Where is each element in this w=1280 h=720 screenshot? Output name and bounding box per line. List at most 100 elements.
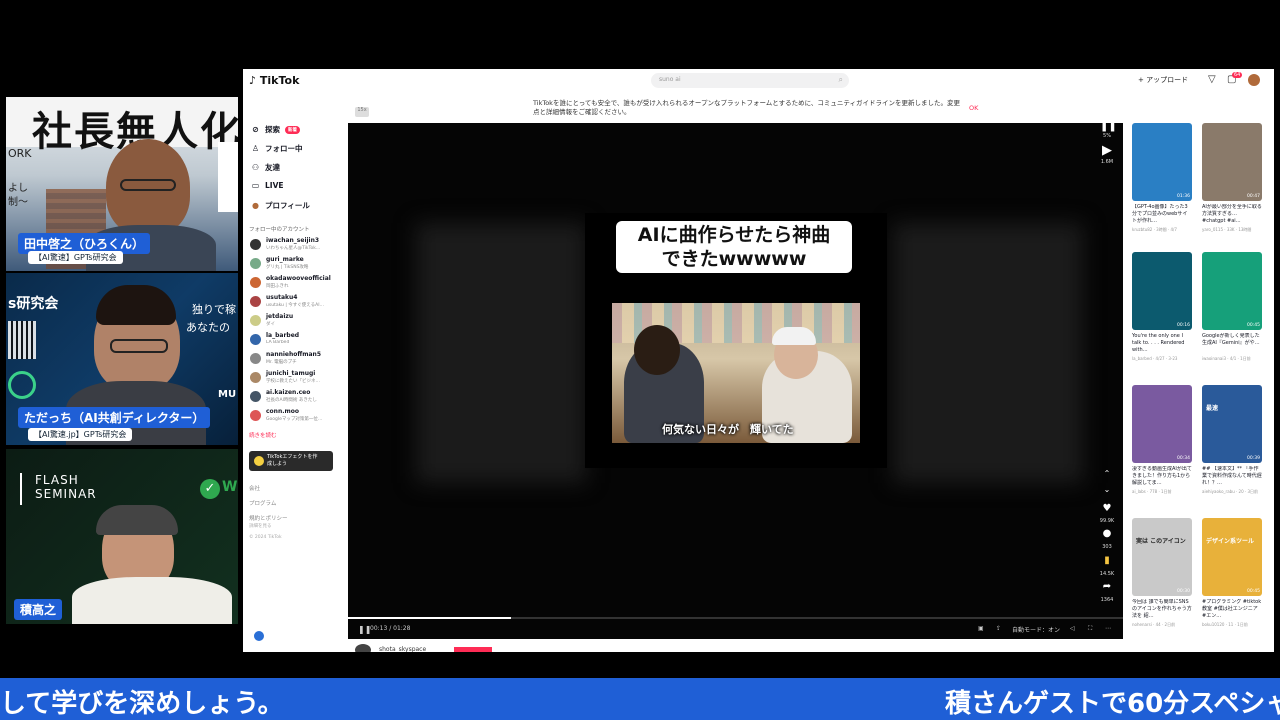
list-item[interactable]: conn.moo Googleマップ対策第一位… (250, 408, 338, 426)
comment-icon[interactable]: ● (1100, 528, 1114, 539)
recommendation-card[interactable]: 00:47 AIが最い部分を全手に取る方法質すぎる… #chatgpt #ai… y… (1202, 123, 1262, 243)
translate-icon[interactable] (254, 631, 264, 641)
footer-link-policy[interactable]: 規約とポリシー (249, 514, 288, 522)
creator-name[interactable]: shota_skyspace (379, 646, 426, 652)
footer-link-program[interactable]: プログラム (249, 499, 276, 507)
avatar[interactable] (1248, 74, 1260, 86)
blurred-backdrop (893, 223, 1083, 483)
pip-icon[interactable]: ⇪ (996, 625, 1001, 632)
search-icon[interactable]: ⌕ (839, 75, 843, 85)
recommendation-card[interactable]: 実は このアイコン 00:30 今回は 誰でも簡単にSNSのアイコンを作れちゃう方法… (1132, 518, 1192, 638)
video-meta: aiehiyaoko_rabu · 20 · 3日前 (1202, 489, 1258, 494)
inbox-badge: 64 (1232, 72, 1243, 78)
video-thumbnail[interactable]: 00:47 (1202, 123, 1262, 201)
more-icon[interactable]: ⋯ (1105, 625, 1111, 632)
autoplay-toggle[interactable]: 自動モード：オン (1012, 625, 1060, 634)
share-icon[interactable]: ➦ (1100, 581, 1114, 592)
like-icon[interactable]: ♥ (1100, 503, 1114, 514)
video-thumbnail[interactable]: 実は このアイコン 00:30 (1132, 518, 1192, 596)
list-item[interactable]: jetdaizu ダイ (250, 313, 338, 331)
copyright: © 2024 TikTok (249, 535, 282, 540)
list-item[interactable]: usutaku4 usutaku | 今すぐ使えるAI… (250, 294, 338, 312)
follow-button[interactable] (454, 647, 492, 652)
avatar (250, 258, 261, 269)
avatar[interactable] (355, 644, 371, 652)
sidebar-item-following[interactable]: ♙ フォロー中 (251, 143, 303, 154)
video-title: ## 【速本文】** 「手作業で資料作成なんて時代遅れ！？… (1202, 466, 1262, 486)
recommendation-card[interactable]: 00:16 You're the only one I talk to. . . … (1132, 252, 1192, 372)
list-item[interactable]: iwachan_seijin3 いわちゃん星人@TikTok… (250, 237, 338, 255)
send-icon[interactable]: ▽ (1208, 74, 1216, 85)
list-item[interactable]: okadawooveofficial 岡田ふきれ (250, 275, 338, 293)
video-thumbnail[interactable]: 01:36 (1132, 123, 1192, 201)
background-text: s研究会 (8, 296, 59, 312)
tiktok-logo[interactable]: ♪ TikTok (249, 74, 299, 87)
footer-see-more[interactable]: 詳細を見る (249, 523, 272, 529)
follow-icon: ♙ (251, 144, 260, 153)
video-thumbnail[interactable]: デザイン系ツール 00:45 (1202, 518, 1262, 596)
openai-logo-icon (8, 371, 36, 399)
see-more-link[interactable]: 続きを読む (249, 431, 277, 439)
chevron-down-icon[interactable]: ⌄ (1100, 485, 1114, 494)
view-count: 1.6M (1100, 159, 1114, 165)
footer-link-company[interactable]: 会社 (249, 484, 260, 492)
list-item[interactable]: ai.kaizen.ceo 社長のAI時間術 あきたし (250, 389, 338, 407)
video-thumbnail[interactable]: 最速 00:39 (1202, 385, 1262, 463)
video-duration: 00:16 (1177, 323, 1190, 328)
fullscreen-icon[interactable]: ⛶ (1088, 625, 1092, 633)
bottom-ticker: して学びを深めしょう。 積さんゲストで60分スペシャ (0, 678, 1280, 720)
captions-icon[interactable]: ▣ (978, 625, 984, 632)
play-icon[interactable]: ▶ (1100, 143, 1114, 158)
browser-window: ♪ TikTok suno ai ⌕ + アップロード ▽ ▢ 64 15x T… (243, 69, 1274, 652)
participant-tile-2: s研究会 独りで稼 あなたの MU ただっち（AI共創ディレクター） 【AI驚速… (6, 273, 238, 445)
create-effect-button[interactable]: TikTokエフェクトを作 成しよう (249, 451, 333, 471)
video-duration: 01:36 (1177, 194, 1190, 199)
video-thumbnail[interactable]: 00:16 (1132, 252, 1192, 330)
list-item[interactable]: guri_marke グリ丸 | TikSNS攻略 (250, 256, 338, 274)
back-chip[interactable]: 15x (355, 107, 369, 117)
video-title: 凄すぎる動画生成AIが出てきました！作り方も1から解説してま… (1132, 466, 1192, 486)
participant-org: 【AI驚速.jp】GPTs研究会 (28, 428, 133, 441)
sidebar-item-explore[interactable]: ⊘ 探索 新着 (251, 124, 300, 135)
list-item[interactable]: la_barbed LA Barbed (250, 332, 338, 350)
recommendation-card[interactable]: デザイン系ツール 00:45 #プログラミング #tiktok教室 #僕は社エンジニ… (1202, 518, 1262, 638)
video-duration: 00:39 (1247, 456, 1260, 461)
stream-stage: 社長無人化 ORK よし 制〜 田中啓之（ひろくん） 【AI驚速】GPTs研究会… (0, 0, 1280, 720)
video-title: AIが最い部分を全手に取る方法質すぎる… #chatgpt #ai… (1202, 204, 1262, 224)
chevron-up-icon[interactable]: ⌃ (1100, 469, 1114, 478)
search-input[interactable]: suno ai ⌕ (651, 73, 849, 88)
pause-icon[interactable]: ❚❚ (1100, 123, 1117, 132)
upload-button[interactable]: + アップロード (1138, 75, 1188, 85)
video-thumbnail[interactable]: 00:45 (1202, 252, 1262, 330)
participant-org: 【AI驚速】GPTs研究会 (28, 251, 123, 264)
video-meta: la_barbed · 4/27 · 3-23 (1132, 356, 1178, 361)
recommendation-card[interactable]: 00:45 Googleが新しく発表した生成AI『Gemini』がや… iwaoin… (1202, 252, 1262, 372)
list-item[interactable]: junichi_tamugi 学校に教えたい「ビジネ… (250, 370, 338, 388)
notice-ok-button[interactable]: OK (969, 104, 978, 112)
progress-bar[interactable] (348, 617, 1123, 619)
video-thumbnail[interactable]: 00:34 (1132, 385, 1192, 463)
recommendation-card[interactable]: 00:34 凄すぎる動画生成AIが出てきました！作り方も1から解説してま… ai_l… (1132, 385, 1192, 505)
seminar-title: SEMINAR (35, 487, 97, 501)
recommendation-card[interactable]: 最速 00:39 ## 【速本文】** 「手作業で資料作成なんて時代遅れ！？… aie… (1202, 385, 1262, 505)
video-player[interactable]: AIに曲作らせたら神曲 できたwwwww 何気ない日々が 輝いてた ❚❚ 5% … (348, 123, 1123, 639)
avatar (250, 391, 261, 402)
sidebar-item-friends[interactable]: ⚇ 友達 (251, 162, 280, 173)
volume-icon[interactable]: ◁ (1070, 625, 1075, 632)
bookmark-icon[interactable]: ▮ (1100, 555, 1114, 566)
recommendation-card[interactable]: 01:36 【GPT-4o画像】たった3分でプロ並みのwebサイトが作れ… kruz… (1132, 123, 1192, 243)
video-subtitle: 何気ない日々が 輝いてた (662, 423, 794, 436)
video-meta: boku10120 · 11 · 1日前 (1202, 622, 1248, 627)
avatar (250, 353, 261, 364)
video-duration: 00:45 (1247, 589, 1260, 594)
video-duration: 00:47 (1247, 194, 1260, 199)
avatar (250, 239, 261, 250)
time-display: 00:13 / 01:28 (370, 625, 411, 632)
avatar (250, 296, 261, 307)
list-item[interactable]: nanniehoffman5 Mr. 電脳のプチ (250, 351, 338, 369)
video-meta: iwaoinanai3 · 4/1 · 1日前 (1202, 356, 1251, 361)
sidebar-item-live[interactable]: ▭ LIVE (251, 181, 284, 190)
video-title: 【GPT-4o画像】たった3分でプロ並みのwebサイトが作れ… (1132, 204, 1188, 224)
background-text: MU (218, 389, 237, 400)
sidebar-item-profile[interactable]: ● プロフィール (251, 200, 310, 211)
